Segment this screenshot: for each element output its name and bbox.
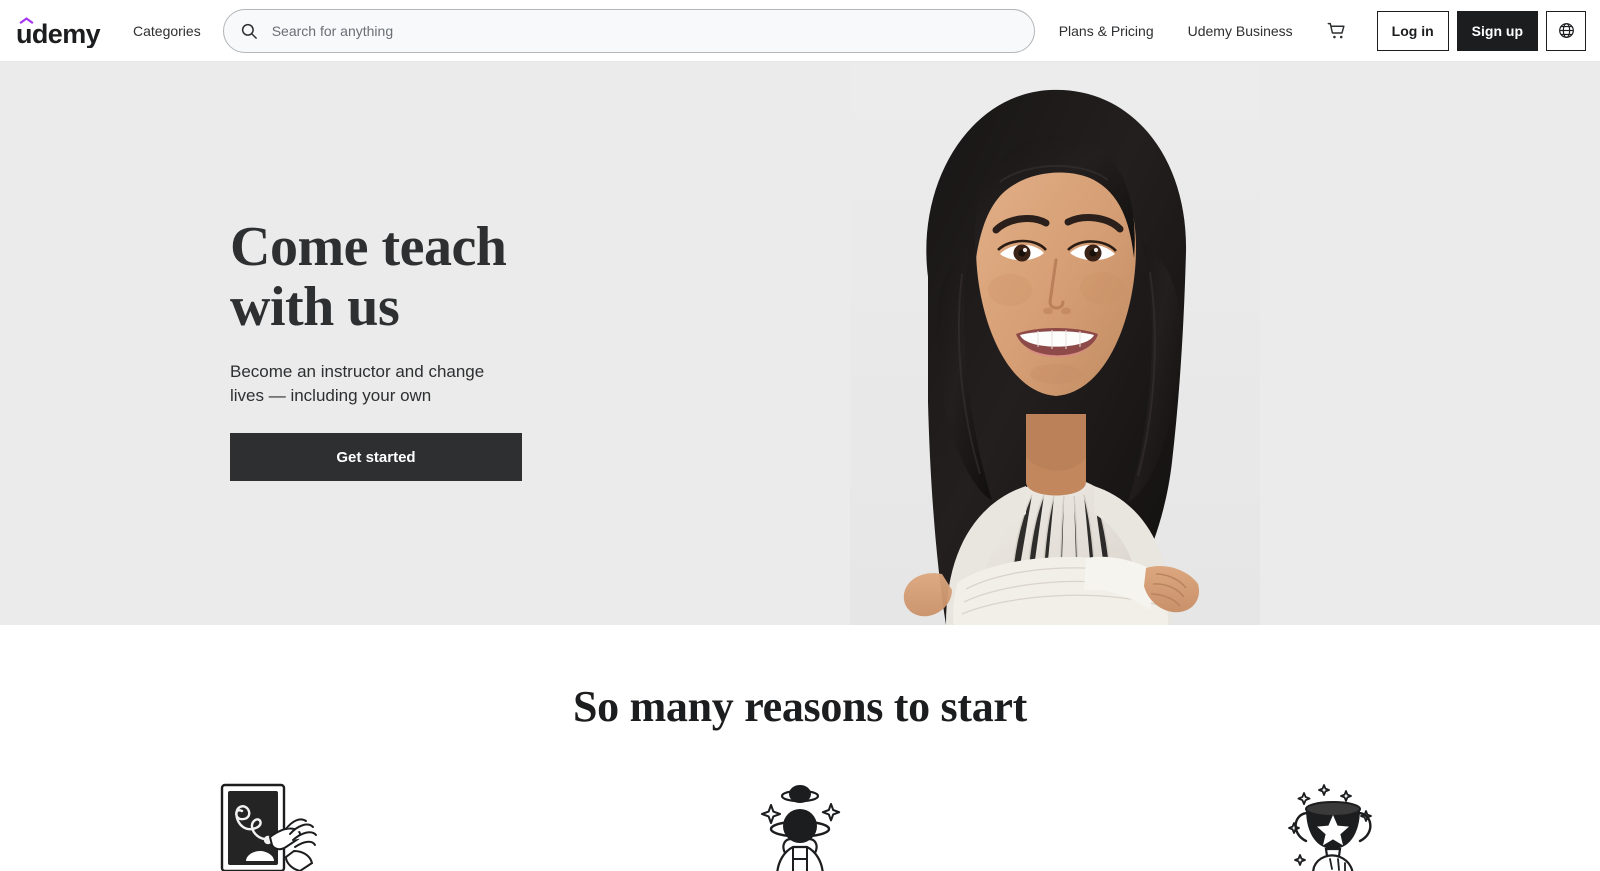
reasons-icon-row — [0, 777, 1600, 871]
reasons-section: So many reasons to start — [0, 625, 1600, 871]
svg-text:udemy: udemy — [16, 19, 101, 48]
trophy-with-star-icon — [1288, 784, 1373, 871]
reason-item-2 — [533, 777, 1066, 871]
person-with-planet-head-icon — [760, 785, 841, 871]
chalkboard-drawing-hand-icon — [220, 784, 317, 871]
globe-icon — [1558, 23, 1574, 38]
signup-button[interactable]: Sign up — [1456, 10, 1538, 51]
reasons-heading: So many reasons to start — [573, 682, 1027, 731]
header-actions: Plans & Pricing Udemy Business Log in Si… — [1055, 10, 1586, 51]
search-bar[interactable] — [222, 8, 1035, 53]
hero-section: Come teach with us Become an instructor … — [0, 62, 1600, 625]
udemy-logo[interactable]: udemy — [16, 14, 107, 48]
login-button[interactable]: Log in — [1376, 10, 1449, 51]
nav-categories[interactable]: Categories — [129, 18, 205, 44]
hero-content: Come teach with us Become an instructor … — [230, 217, 660, 482]
site-header: udemy Categories Plans & Pricing Udemy B… — [0, 0, 1600, 62]
instructor-portrait-illustration — [850, 62, 1260, 625]
shopping-cart-icon — [1327, 22, 1345, 38]
nav-plans-pricing[interactable]: Plans & Pricing — [1055, 18, 1158, 44]
hero-title: Come teach with us — [230, 217, 530, 338]
hero-title-line2: with us — [230, 276, 400, 339]
nav-udemy-business[interactable]: Udemy Business — [1184, 18, 1297, 44]
search-icon — [241, 23, 257, 39]
search-input[interactable] — [271, 22, 1018, 39]
get-started-button[interactable]: Get started — [230, 433, 522, 482]
cart-button[interactable] — [1323, 17, 1351, 45]
language-button[interactable] — [1546, 10, 1586, 51]
hero-title-line1: Come teach — [230, 216, 507, 278]
hero-image — [850, 62, 1260, 625]
hero-subtitle: Become an instructor and change lives — … — [230, 361, 485, 406]
reason-item-3 — [1067, 777, 1600, 871]
reason-item-1 — [0, 777, 533, 871]
